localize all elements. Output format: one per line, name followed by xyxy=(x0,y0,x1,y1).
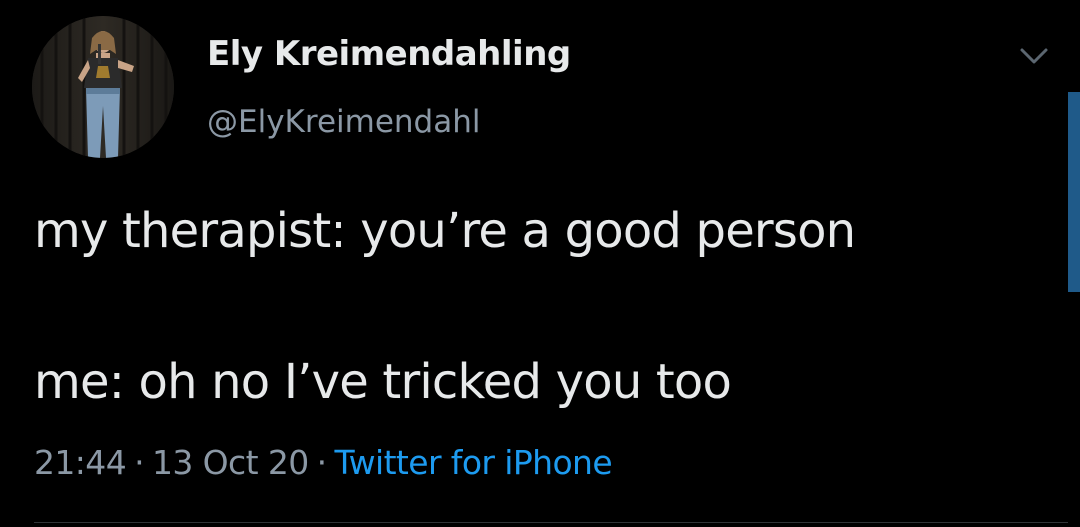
meta-separator: · xyxy=(316,443,327,482)
tweet-meta: 21:44 · 13 Oct 20 · Twitter for iPhone xyxy=(34,443,613,482)
avatar-photo xyxy=(32,16,174,158)
avatar[interactable] xyxy=(32,16,174,158)
divider xyxy=(34,522,1068,523)
scrollbar[interactable] xyxy=(1068,92,1080,292)
chevron-down-icon[interactable] xyxy=(1016,42,1052,70)
meta-separator: · xyxy=(134,443,144,482)
user-handle[interactable]: @ElyKreimendahl xyxy=(207,104,480,140)
display-name[interactable]: Ely Kreimendahling xyxy=(207,34,571,74)
tweet-date[interactable]: 13 Oct 20 xyxy=(152,443,309,482)
tweet-text-line-1: my therapist: you’re a good person xyxy=(34,203,856,259)
tweet-text-line-2: me: oh no I’ve tricked you too xyxy=(34,354,732,410)
tweet: Ely Kreimendahling @ElyKreimendahl my th… xyxy=(0,0,1080,527)
tweet-time[interactable]: 21:44 xyxy=(34,443,127,482)
tweet-source-link[interactable]: Twitter for iPhone xyxy=(335,443,613,482)
